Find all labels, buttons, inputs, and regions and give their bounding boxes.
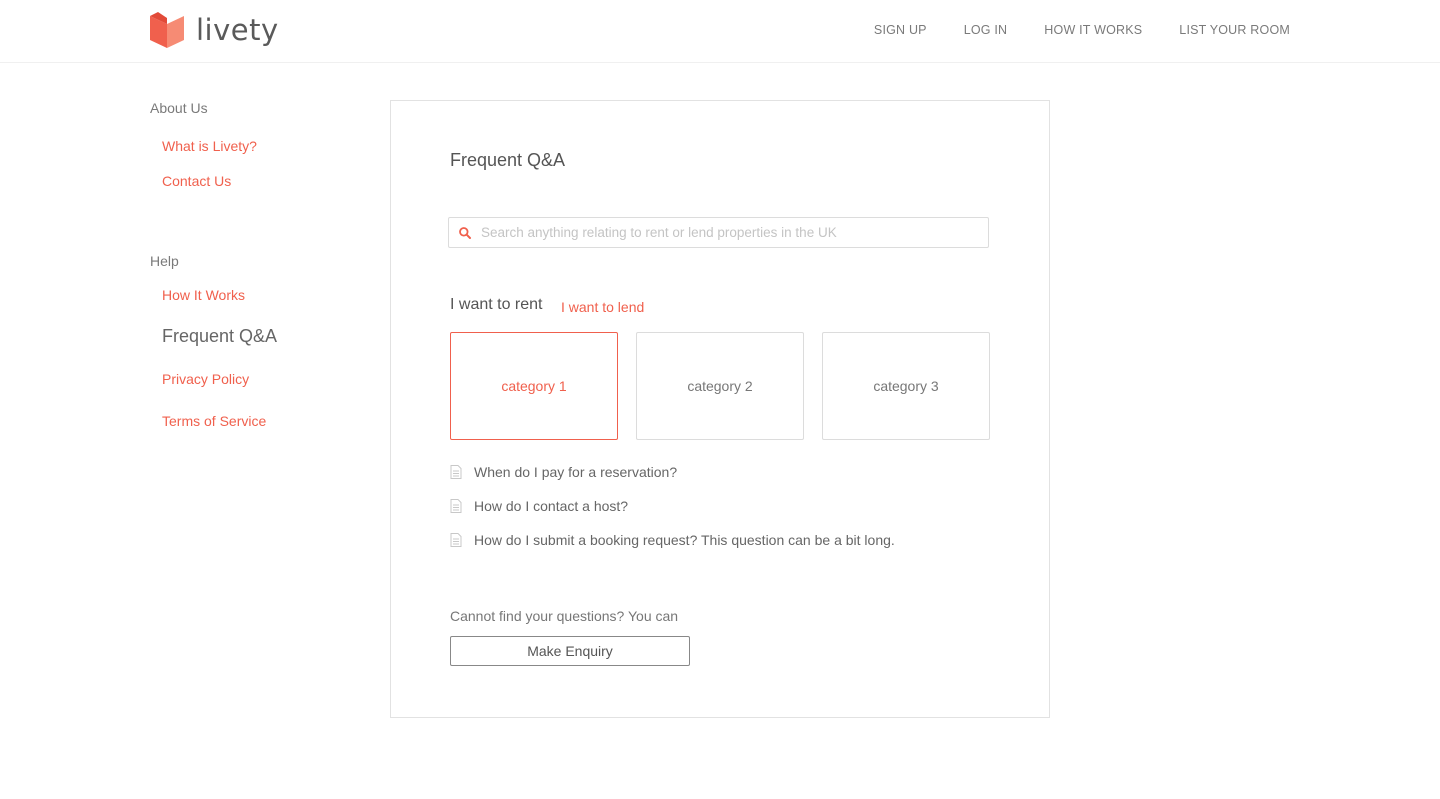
question-text: How do I contact a host? [474, 498, 629, 514]
sidebar-item-what-is-livety[interactable]: What is Livety? [162, 138, 257, 154]
top-header: livety SIGN UP LOG IN HOW IT WORKS LIST … [0, 0, 1440, 63]
nav-list-your-room[interactable]: LIST YOUR ROOM [1179, 22, 1290, 38]
category-label: category 1 [501, 378, 567, 394]
search-input[interactable] [481, 225, 980, 240]
logo-mark-icon [150, 12, 184, 48]
question-link[interactable]: When do I pay for a reservation? [450, 464, 677, 480]
category-label: category 3 [873, 378, 939, 394]
tab-lend[interactable]: I want to lend [561, 299, 644, 315]
sidebar-item-frequent-qa[interactable]: Frequent Q&A [162, 326, 277, 347]
top-nav: SIGN UP LOG IN HOW IT WORKS LIST YOUR RO… [837, 22, 1290, 38]
brand-name: livety [196, 13, 279, 47]
search-bar[interactable] [448, 217, 989, 248]
sidebar-item-how-it-works[interactable]: How It Works [162, 287, 245, 303]
category-label: category 2 [687, 378, 753, 394]
sidebar-item-contact-us[interactable]: Contact Us [162, 173, 231, 189]
enquiry-prompt: Cannot find your questions? You can [450, 608, 679, 624]
page-title: Frequent Q&A [450, 150, 566, 170]
document-icon [450, 465, 462, 479]
question-link[interactable]: How do I submit a booking request? This … [450, 532, 895, 548]
category-card-2[interactable]: category 2 [636, 332, 804, 440]
sidebar-item-terms-of-service[interactable]: Terms of Service [162, 413, 266, 429]
nav-log-in[interactable]: LOG IN [964, 22, 1008, 38]
nav-sign-up[interactable]: SIGN UP [874, 22, 927, 38]
question-text: How do I submit a booking request? This … [474, 532, 895, 548]
document-icon [450, 533, 462, 547]
nav-how-it-works[interactable]: HOW IT WORKS [1044, 22, 1142, 38]
faq-card: Frequent Q&A I want to rent I want to le… [390, 100, 1050, 718]
question-link[interactable]: How do I contact a host? [450, 498, 628, 514]
category-card-3[interactable]: category 3 [822, 332, 990, 440]
question-text: When do I pay for a reservation? [474, 464, 678, 480]
category-card-1[interactable]: category 1 [450, 332, 618, 440]
search-icon [459, 226, 471, 239]
make-enquiry-button[interactable]: Make Enquiry [450, 636, 690, 666]
sidebar-heading-help: Help [150, 253, 179, 269]
document-icon [450, 499, 462, 513]
sidebar-item-privacy-policy[interactable]: Privacy Policy [162, 371, 249, 387]
tab-rent[interactable]: I want to rent [450, 296, 543, 314]
brand-logo[interactable]: livety [150, 12, 279, 48]
sidebar-heading-about: About Us [150, 100, 208, 116]
